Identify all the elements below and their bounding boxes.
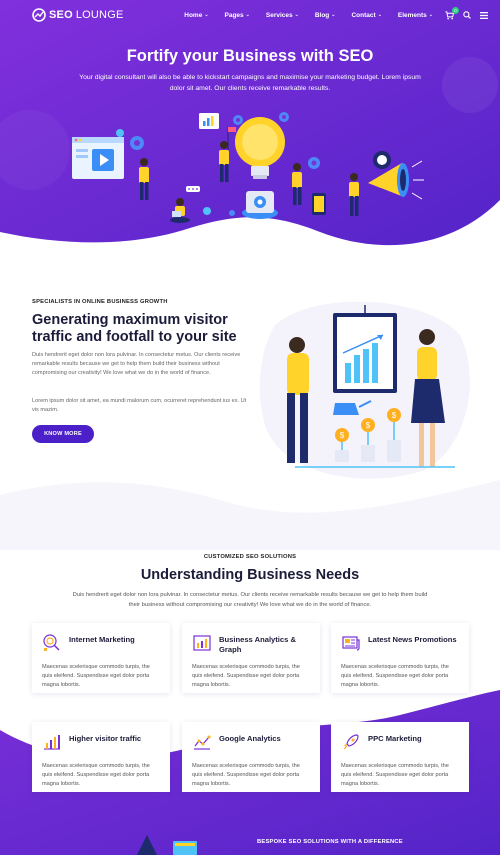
hamburger-menu-icon xyxy=(479,11,488,19)
nav-item-contact[interactable]: Contact ⌄ xyxy=(343,12,389,19)
main-menu: Home ⌄ Pages ⌄ Services ⌄ Blog ⌄ Contact ⌄ El… xyxy=(176,12,441,19)
nav-label: Pages xyxy=(224,11,244,19)
rocket-icon xyxy=(343,734,359,750)
chevron-down-icon: ⌄ xyxy=(331,12,336,18)
traffic-chart-icon xyxy=(44,735,60,750)
card-text: Maecenas scelerisque commodo turpis, the… xyxy=(192,664,300,689)
svg-text:$: $ xyxy=(392,411,397,420)
growth-paragraph-1: Duis hendrerit eget dolor non lora pulvi… xyxy=(32,352,241,377)
cart-count-badge: 0 xyxy=(452,6,459,14)
logo-text-bold: SEO xyxy=(49,9,73,21)
card-title: Latest News Promotions xyxy=(368,635,457,644)
card-title: Business Analytics & Graph xyxy=(219,635,296,654)
service-card-business-analytics[interactable]: Business Analytics & Graph Maecenas scel… xyxy=(182,623,320,693)
hero-section: SEO LOUNGE Home ⌄ Pages ⌄ Services ⌄ Blog ⌄ C… xyxy=(0,0,500,250)
news-promotions-icon xyxy=(342,636,360,651)
section-wave-divider xyxy=(0,480,500,550)
card-text: Maecenas scelerisque commodo turpis, the… xyxy=(42,664,150,689)
nav-item-services[interactable]: Services ⌄ xyxy=(258,12,307,19)
solutions-eyebrow: CUSTOMIZED SEO SOLUTIONS xyxy=(203,554,297,560)
hero-title: Fortify your Business with SEO xyxy=(126,47,374,65)
analytics-graph-icon xyxy=(193,635,211,651)
card-title: Internet Marketing xyxy=(69,635,135,644)
chevron-down-icon: ⌄ xyxy=(428,12,433,18)
nav-item-home[interactable]: Home ⌄ xyxy=(176,12,216,19)
marketing-icon xyxy=(43,634,60,651)
logo-icon xyxy=(32,8,46,22)
card-title: Google Analytics xyxy=(219,734,281,743)
google-analytics-icon xyxy=(194,735,211,750)
nav-label: Home xyxy=(184,11,203,19)
nav-label: Elements xyxy=(397,11,427,19)
menu-button[interactable] xyxy=(479,11,488,20)
growth-title: Generating maximum visitor traffic and f… xyxy=(32,312,237,345)
service-card-higher-traffic[interactable]: Higher visitor traffic Maecenas sceleris… xyxy=(32,722,170,792)
bespoke-illustration xyxy=(137,835,197,855)
service-card-google-analytics[interactable]: Google Analytics Maecenas scelerisque co… xyxy=(182,722,320,792)
card-header: Internet Marketing xyxy=(42,633,160,663)
card-title: PPC Marketing xyxy=(368,734,422,743)
site-logo[interactable]: SEO LOUNGE xyxy=(32,8,124,22)
card-text: Maecenas scelerisque commodo turpis, the… xyxy=(341,664,449,689)
solutions-subtitle: Duis hendrerit eget dolor non lora pulvi… xyxy=(72,592,428,608)
growth-eyebrow: SPECIALISTS IN ONLINE BUSINESS GROWTH xyxy=(32,299,168,305)
card-text: Maecenas scelerisque commodo turpis, the… xyxy=(42,763,150,788)
chevron-down-icon: ⌄ xyxy=(377,12,382,18)
card-text: Maecenas scelerisque commodo turpis, the… xyxy=(341,763,449,788)
hero-subtitle: Your digital consultant will also be abl… xyxy=(79,74,421,92)
nav-label: Contact xyxy=(351,11,376,19)
service-card-internet-marketing[interactable]: Internet Marketing Maecenas scelerisque … xyxy=(32,623,170,693)
search-button[interactable] xyxy=(462,11,471,20)
chevron-down-icon: ⌄ xyxy=(294,12,299,18)
card-title: Higher visitor traffic xyxy=(69,734,142,743)
card-header: Business Analytics & Graph xyxy=(192,633,310,663)
nav-item-elements[interactable]: Elements ⌄ xyxy=(390,12,441,19)
card-header: Higher visitor traffic xyxy=(42,732,160,762)
growth-paragraph-2: Lorem ipsum dolor sit amet, ea mundi mal… xyxy=(32,398,247,414)
service-card-latest-news[interactable]: Latest News Promotions Maecenas sceleris… xyxy=(331,623,469,693)
service-card-ppc-marketing[interactable]: PPC Marketing Maecenas scelerisque commo… xyxy=(331,722,469,792)
hero-seo-illustration xyxy=(72,112,424,223)
chevron-down-icon: ⌄ xyxy=(245,12,250,18)
svg-text:$: $ xyxy=(340,431,345,440)
search-icon xyxy=(462,11,471,19)
solutions-title: Understanding Business Needs xyxy=(140,567,360,583)
top-navbar: SEO LOUNGE Home ⌄ Pages ⌄ Services ⌄ Blog ⌄ C… xyxy=(0,0,500,30)
svg-text:$: $ xyxy=(366,421,371,430)
nav-icons: 0 xyxy=(445,6,488,20)
card-header: PPC Marketing xyxy=(341,732,459,762)
card-header: Latest News Promotions xyxy=(341,633,459,663)
nav-item-blog[interactable]: Blog ⌄ xyxy=(307,12,344,19)
chevron-down-icon: ⌄ xyxy=(204,12,209,18)
card-header: Google Analytics xyxy=(192,732,310,762)
logo-text-light: LOUNGE xyxy=(75,9,124,21)
bespoke-eyebrow: BESPOKE SEO SOLUTIONS WITH A DIFFERENCE xyxy=(257,839,403,845)
nav-label: Services xyxy=(265,11,293,19)
nav-item-pages[interactable]: Pages ⌄ xyxy=(217,12,258,19)
nav-label: Blog xyxy=(314,11,330,19)
cart-button[interactable]: 0 xyxy=(445,6,459,20)
card-text: Maecenas scelerisque commodo turpis, the… xyxy=(192,763,300,788)
